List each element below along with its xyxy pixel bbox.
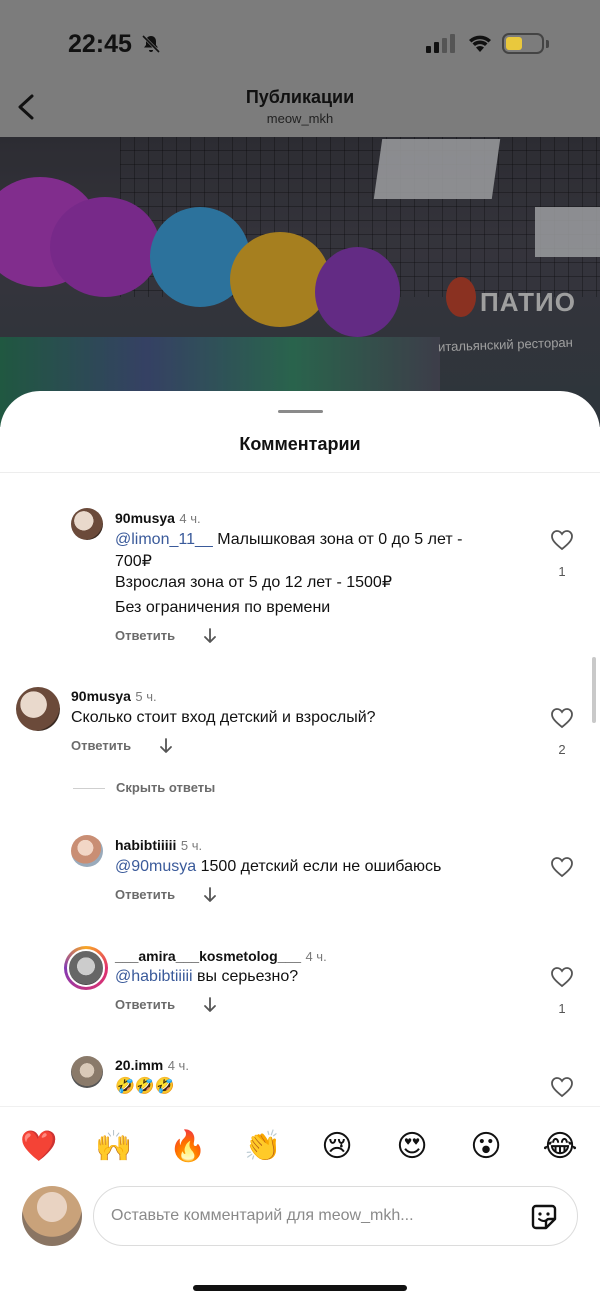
avatar[interactable]	[71, 508, 103, 540]
comment-time: 4 ч.	[179, 511, 201, 526]
avatar[interactable]	[67, 949, 105, 987]
sticker-icon[interactable]	[528, 1201, 560, 1233]
emoji-fire[interactable]: 🔥	[168, 1127, 208, 1167]
comment-mention[interactable]: @limon_11__	[115, 531, 213, 548]
comment-text-part: Малышковая зона от 0 до 5 лет -	[212, 531, 463, 548]
heart-icon[interactable]	[550, 856, 574, 878]
emoji-laughing[interactable]: 😂	[540, 1127, 580, 1167]
comment-text: @limon_11__ Малышковая зона от 0 до 5 ле…	[115, 529, 515, 573]
comment-text-part: вы серьезно?	[192, 968, 299, 985]
reply-button[interactable]: Ответить	[71, 738, 131, 753]
wifi-icon	[469, 35, 491, 52]
translate-arrow-icon[interactable]	[203, 996, 217, 1014]
sheet-drag-handle[interactable]	[278, 410, 323, 413]
comment-username[interactable]: ___amira___kosmetolog___	[115, 948, 301, 964]
comments-sheet: Комментарии 90musya 4 ч. @limon_11__ Мал…	[0, 391, 600, 1303]
cellular-signal-icon	[426, 34, 455, 53]
comment-text: @habibtiiiii вы серьезно?	[115, 966, 298, 988]
reply-button[interactable]: Ответить	[115, 887, 175, 902]
nav-subtitle: meow_mkh	[266, 111, 334, 126]
comment-username[interactable]: habibtiiiii	[115, 837, 176, 853]
comment-mention[interactable]: @90musya	[115, 858, 196, 875]
scrollbar[interactable]	[592, 657, 596, 723]
emoji-surprised[interactable]: 😮	[466, 1127, 506, 1167]
battery-icon	[502, 33, 549, 54]
emoji-heart[interactable]: ❤️	[19, 1127, 59, 1167]
avatar[interactable]	[71, 1056, 103, 1088]
hide-replies-button[interactable]: Скрыть ответы	[116, 780, 215, 795]
reply-button[interactable]: Ответить	[115, 628, 175, 643]
my-avatar	[22, 1186, 82, 1246]
emoji-crying[interactable]: 😢	[317, 1127, 357, 1167]
translate-arrow-icon[interactable]	[203, 627, 217, 645]
comment-time: 4 ч.	[167, 1058, 189, 1073]
comment-username[interactable]: 90musya	[115, 510, 175, 526]
comment-header: 90musya 4 ч.	[115, 510, 201, 528]
like-count: 1	[558, 1001, 566, 1016]
comment-username[interactable]: 20.imm	[115, 1057, 163, 1073]
sheet-title: Комментарии	[239, 434, 361, 454]
comment-time: 4 ч.	[305, 949, 327, 964]
post-photo: ПАТИО итальянский ресторан	[0, 137, 600, 427]
battery-level	[506, 37, 522, 50]
comment-time: 5 ч.	[180, 838, 203, 853]
battery-nub	[546, 40, 549, 48]
comment-text: @90musya 1500 детский если не ошибаюсь	[115, 856, 441, 878]
comment-text: Сколько стоит вход детский и взрослый?	[71, 709, 376, 726]
heart-icon[interactable]	[550, 966, 574, 988]
comment-text-line: Взрослая зона от 5 до 12 лет - 1500₽	[115, 574, 392, 591]
avatar-story-ring[interactable]	[64, 946, 108, 990]
comment-input[interactable]: Оставьте комментарий для meow_mkh...	[93, 1186, 578, 1246]
heart-icon[interactable]	[550, 1076, 574, 1098]
comment-input-placeholder: Оставьте комментарий для meow_mkh...	[111, 1207, 414, 1224]
avatar[interactable]	[71, 835, 103, 867]
home-indicator[interactable]	[193, 1285, 407, 1291]
hide-replies-line	[73, 788, 105, 789]
bell-muted-icon	[141, 34, 161, 54]
photo-dim-overlay	[0, 137, 600, 427]
status-time: 22:45	[68, 30, 132, 58]
like-count: 1	[558, 564, 566, 579]
comment-header: habibtiiiii 5 ч.	[115, 837, 202, 855]
comment-header: ___amira___kosmetolog___ 4 ч.	[115, 948, 327, 966]
comment-text: 🤣🤣🤣	[115, 1078, 175, 1095]
comment-text-line: Без ограничения по времени	[115, 599, 331, 616]
heart-icon[interactable]	[550, 707, 574, 729]
emoji-clapping[interactable]: 👏	[243, 1127, 283, 1167]
comment-header: 20.imm 4 ч.	[115, 1057, 189, 1075]
translate-arrow-icon[interactable]	[159, 737, 173, 755]
translate-arrow-icon[interactable]	[203, 886, 217, 904]
comment-time: 5 ч.	[135, 689, 157, 704]
comment-text-part: 1500 детский если не ошибаюсь	[196, 858, 442, 875]
nav-title: Публикации	[245, 87, 355, 107]
comment-username[interactable]: 90musya	[71, 688, 131, 704]
sheet-divider	[0, 472, 600, 473]
comment-text-part: 700₽	[115, 553, 152, 570]
emoji-raising-hands[interactable]: 🙌	[94, 1127, 134, 1167]
status-bar: 22:45	[0, 0, 600, 88]
emoji-heart-eyes[interactable]: 😍	[392, 1127, 432, 1167]
comment-mention[interactable]: @habibtiiiii	[115, 968, 193, 985]
emoji-quick-bar: ❤️ 🙌 🔥 👏 😢 😍 😮 😂	[0, 1106, 600, 1186]
heart-icon[interactable]	[550, 529, 574, 551]
reply-button[interactable]: Ответить	[115, 997, 175, 1012]
comment-header: 90musya 5 ч.	[71, 688, 157, 706]
like-count: 2	[558, 742, 566, 757]
avatar[interactable]	[16, 687, 60, 731]
